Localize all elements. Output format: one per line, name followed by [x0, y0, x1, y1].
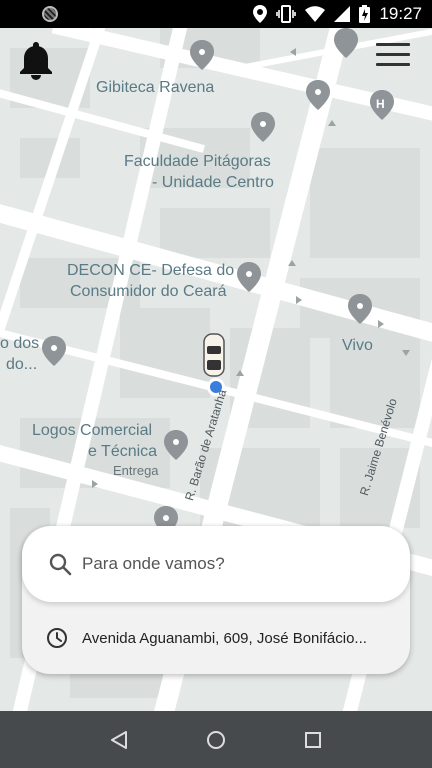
car-marker	[203, 333, 225, 377]
poi-label-partial-line2[interactable]: do...	[6, 355, 37, 375]
poi-label-partial-line1[interactable]: o dos	[0, 334, 39, 354]
destination-card: Para onde vamos? Avenida Aguanambi, 609,…	[22, 526, 410, 674]
back-button[interactable]	[99, 720, 139, 760]
wifi-icon	[305, 6, 326, 22]
signal-icon	[334, 6, 351, 22]
poi-label-faculdade-line1[interactable]: Faculdade Pitágoras	[124, 152, 271, 172]
bell-icon	[20, 42, 52, 80]
battery-charging-icon	[359, 5, 371, 23]
app-notification-icon	[42, 6, 58, 22]
clock-icon	[47, 628, 67, 648]
recents-icon	[305, 731, 322, 748]
svg-text:H: H	[376, 97, 385, 111]
status-icons: 19:27	[253, 4, 422, 24]
poi-label-faculdade-line2[interactable]: - Unidade Centro	[152, 173, 274, 193]
back-icon	[110, 730, 127, 749]
poi-label-vivo[interactable]: Vivo	[342, 336, 373, 356]
home-button[interactable]	[196, 720, 236, 760]
location-icon	[253, 5, 268, 23]
status-bar: 19:27	[0, 0, 432, 28]
search-placeholder: Para onde vamos?	[82, 554, 225, 573]
poi-label-logos-line1[interactable]: Logos Comercial	[32, 421, 152, 441]
search-bar[interactable]: Para onde vamos?	[22, 526, 410, 602]
clock-time: 19:27	[379, 4, 422, 23]
recents-button[interactable]	[293, 720, 333, 760]
notifications-button[interactable]	[18, 40, 54, 85]
home-icon	[206, 730, 225, 749]
search-icon	[49, 553, 72, 576]
recent-destination-item[interactable]: Avenida Aguanambi, 609, José Bonifácio..…	[22, 614, 410, 662]
vibrate-icon	[276, 5, 297, 23]
poi-label-gibiteca[interactable]: Gibiteca Ravena	[96, 78, 214, 98]
poi-label-decon-line2[interactable]: Consumidor do Ceará	[70, 282, 227, 302]
poi-label-logos-line2[interactable]: e Técnica	[88, 442, 157, 462]
system-navigation-bar	[0, 711, 432, 768]
recent-address: Avenida Aguanambi, 609, José Bonifácio..…	[82, 629, 367, 647]
poi-label-decon-line1[interactable]: DECON CE- Defesa do	[67, 261, 234, 281]
poi-label-entrega: Entrega	[113, 463, 159, 478]
hamburger-menu-icon[interactable]	[376, 38, 410, 68]
